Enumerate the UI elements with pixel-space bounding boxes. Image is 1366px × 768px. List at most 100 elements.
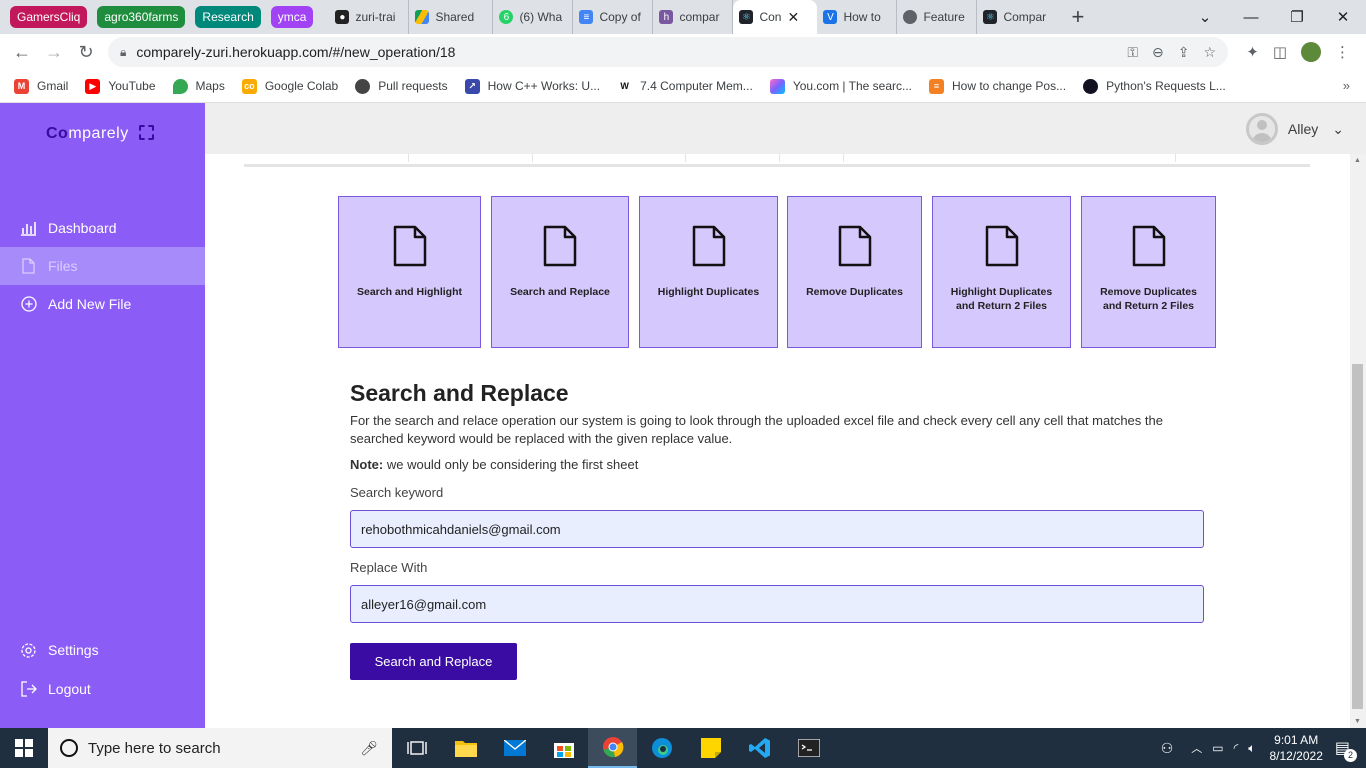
microphone-icon[interactable]: 🎤︎ [360,740,378,757]
file-icon [692,225,725,267]
share-icon[interactable]: ⇪ [1178,44,1190,61]
bookmark-star-icon[interactable]: ☆ [1203,44,1216,61]
bookmark[interactable]: ≡ How to change Pos... [929,78,1067,94]
zoom-icon[interactable]: ⊖ [1152,44,1164,61]
scrollbar-thumb[interactable] [1352,364,1363,709]
clock[interactable]: 9:01 AM 8/12/2022 [1269,732,1322,764]
tab-group-gamerscliq[interactable]: GamersCliq [10,6,88,28]
tab-group-agro360farms[interactable]: agro360farms [97,6,186,28]
operation-card-search-highlight[interactable]: Search and Highlight [338,196,481,348]
taskbar-search[interactable]: Type here to search 🎤︎ [48,728,392,768]
sidebar-item-settings[interactable]: Settings [0,631,205,669]
notifications-icon[interactable]: ▤ 2 [1335,738,1357,762]
page-title: Search and Replace [350,380,569,406]
bookmark[interactable]: Pull requests [355,78,448,94]
tab-group-ymca[interactable]: ymca [270,6,314,28]
battery-icon[interactable]: ▭ [1212,741,1223,755]
sidebar-item-label: Dashboard [48,220,117,236]
bookmark[interactable]: You.com | The searc... [769,78,912,94]
browser-tab[interactable]: ● zuri-trai [329,0,410,34]
store-icon[interactable] [539,728,588,768]
search-keyword-input[interactable] [350,510,1204,548]
windows-start-button[interactable] [0,728,48,768]
reload-button[interactable]: ↻ [70,36,102,68]
terminal-icon[interactable] [784,728,833,768]
address-bar[interactable]: 🔒︎ comparely-zuri.herokuapp.com/#/new_op… [108,37,1228,67]
vscode-icon[interactable] [735,728,784,768]
operation-card-search-replace[interactable]: Search and Replace [491,196,629,348]
restore-button[interactable]: ❐ [1274,0,1320,34]
tab-search-icon[interactable]: ⌄ [1182,0,1228,34]
tab-group-research[interactable]: Research [195,6,261,28]
file-icon [985,225,1018,267]
menu-icon[interactable]: ⋮ [1335,43,1350,61]
volume-icon[interactable]: 🔈︎ [1248,741,1255,756]
back-button[interactable]: ← [6,36,38,68]
heroku-icon: h [659,10,674,24]
scroll-up-icon[interactable]: ▲ [1354,157,1361,164]
chrome-taskbar-icon[interactable] [588,728,637,768]
more-bookmarks-icon[interactable]: » [1343,78,1350,93]
bookmark-label: You.com | The searc... [792,79,912,93]
operation-label: Remove Duplicates [806,286,903,298]
sidebar-item-logout[interactable]: Logout [0,670,205,708]
browser-tab[interactable]: V How to [817,0,898,34]
bookmark-label: Python's Requests L... [1106,79,1226,93]
wifi-icon[interactable]: ◜ [1234,741,1239,755]
bookmark[interactable]: Python's Requests L... [1083,78,1226,94]
key-icon[interactable]: ⚿ [1127,44,1138,61]
browser-tab-active[interactable]: ⚛ Con ✕ [733,0,818,34]
browser-tab[interactable]: Feature [897,0,978,34]
replace-with-input[interactable] [350,585,1204,623]
operation-card-highlight-duplicates-2-files[interactable]: Highlight Duplicates and Return 2 Files [932,196,1071,348]
browser-toolbar: ← → ↻ 🔒︎ comparely-zuri.herokuapp.com/#/… [0,34,1366,70]
operation-card-remove-duplicates-2-files[interactable]: Remove Duplicates and Return 2 Files [1081,196,1216,348]
sidebar-item-dashboard[interactable]: Dashboard [0,209,205,247]
browser-tab[interactable]: ≡ Copy of [573,0,654,34]
search-and-replace-button[interactable]: Search and Replace [350,643,517,680]
operation-label: Highlight Duplicates [657,286,760,298]
new-tab-button[interactable]: + [1071,4,1084,30]
bookmark[interactable]: M Gmail [14,78,68,94]
minimize-button[interactable]: — [1228,0,1274,34]
tab-title: Con [759,10,782,24]
bookmark[interactable]: ▶ YouTube [85,78,156,94]
people-icon[interactable]: ⚇ [1161,740,1174,757]
sticky-notes-icon[interactable] [686,728,735,768]
sidebar-item-label: Files [48,258,78,274]
bookmark[interactable]: ↗ How C++ Works: U... [464,78,600,94]
mail-icon[interactable] [490,728,539,768]
bookmark[interactable]: Maps [172,78,225,94]
bookmark[interactable]: W 7.4 Computer Mem... [617,78,753,94]
page-scrollbar[interactable]: ▲ ▼ [1350,154,1366,728]
close-window-button[interactable]: ✕ [1320,0,1366,34]
sidebar-item-label: Logout [48,681,91,697]
side-panel-icon[interactable]: ◫ [1273,43,1287,61]
profile-avatar[interactable] [1301,42,1321,62]
sidebar-item-add-new-file[interactable]: Add New File [0,285,205,323]
file-explorer-icon[interactable] [441,728,490,768]
close-tab-icon[interactable]: ✕ [787,9,799,26]
tab-title: Shared [435,10,475,24]
extensions-icon[interactable]: ✦ [1246,43,1259,61]
clock-date: 8/12/2022 [1269,749,1323,763]
tab-title: zuri-trai [355,10,396,24]
scroll-down-icon[interactable]: ▼ [1354,718,1361,725]
browser-tab[interactable]: h compar [653,0,734,34]
bookmark[interactable]: co Google Colab [241,78,338,94]
app-logo[interactable]: Comparely [46,125,154,143]
browser-tab[interactable]: Shared [409,0,494,34]
task-view-icon[interactable] [392,728,441,768]
chevron-up-icon[interactable]: ︿ [1191,740,1202,756]
browser-tab[interactable]: ⚛ Compar [977,0,1057,34]
bookmark-label: How to change Pos... [952,79,1067,93]
forward-button[interactable]: → [38,36,70,68]
sidebar-item-files[interactable]: Files [0,247,205,285]
user-menu[interactable]: Alley ⌄ [1245,113,1344,145]
edge-icon[interactable] [637,728,686,768]
bookmark-label: YouTube [108,79,156,93]
system-tray: ⚇ ︿ ▭ ◜ 🔈︎ 9:01 AM 8/12/2022 ▤ 2 [1161,728,1366,768]
operation-card-remove-duplicates[interactable]: Remove Duplicates [787,196,922,348]
operation-card-highlight-duplicates[interactable]: Highlight Duplicates [639,196,778,348]
browser-tab[interactable]: 6 (6) Wha [493,0,574,34]
